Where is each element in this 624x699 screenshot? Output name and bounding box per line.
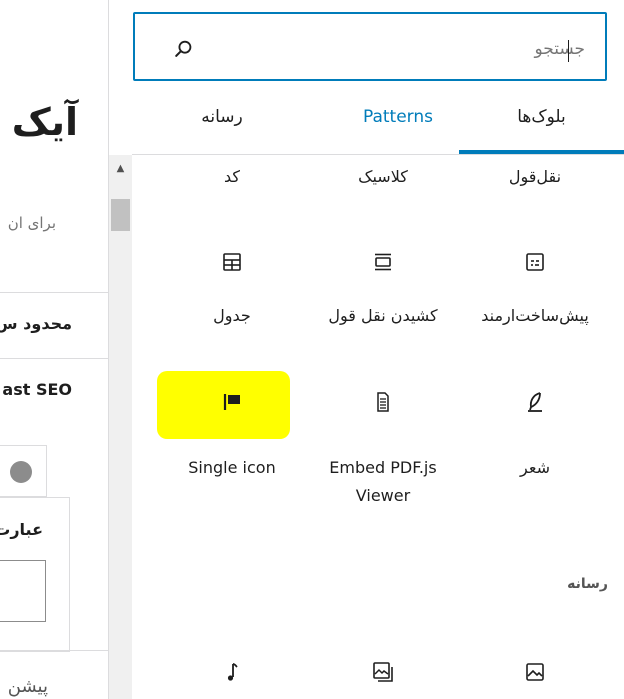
block-single-icon[interactable]: Single icon [157,390,307,482]
inserter-tabs: بلوک‌ها Patterns رسانه [132,84,624,155]
post-description: برای ان [7,214,56,232]
tab-media[interactable]: رسانه [172,84,272,154]
focus-keyphrase-input[interactable] [0,560,46,622]
block-embed-pdf[interactable]: Embed PDF.js Viewer [308,390,458,510]
block-verse[interactable]: شعر [460,390,610,482]
divider [0,292,108,293]
block-label: کلاسیک [358,167,408,186]
document-icon [377,392,389,412]
audio-icon [227,663,238,681]
flag-icon [223,394,240,410]
block-pullquote[interactable]: کشیدن نقل قول [308,250,458,330]
category-heading-media: رسانه [567,576,608,592]
focus-card: عبارت [0,497,70,652]
scrollbar[interactable]: ▲ [109,155,132,699]
table-icon [223,253,241,271]
block-code[interactable]: کد [157,163,307,191]
preformatted-icon [526,253,544,271]
divider [0,650,108,651]
post-title[interactable]: آیک [12,100,78,144]
divider [0,358,108,359]
search-icon[interactable] [173,38,195,60]
block-gallery[interactable] [308,660,458,684]
block-audio[interactable] [157,660,307,684]
focus-keyphrase-label: عبارت [0,520,43,539]
search-box[interactable] [133,12,607,81]
verse-icon [528,392,542,412]
block-label: Single icon [188,458,276,477]
block-label: نقل‌قول [508,167,562,186]
toggle-dot[interactable] [10,461,32,483]
tab-blocks[interactable]: بلوک‌ها [459,84,624,154]
block-classic[interactable]: کلاسیک [308,163,458,191]
block-label: پیش‌ساخت‌ارمند [481,306,589,325]
section-title-seo[interactable]: ast SEO [2,380,72,399]
preview-label: پیشن [7,676,48,697]
block-inserter: بلوک‌ها Patterns رسانه نقل‌قول کلاسیک کد… [132,0,624,699]
scroll-up-arrow-icon[interactable]: ▲ [109,155,132,183]
scroll-thumb[interactable] [111,199,130,231]
block-label: Embed PDF.js Viewer [329,458,437,505]
block-image[interactable] [460,660,610,684]
gallery-icon [373,662,393,682]
pullquote-icon [375,253,391,271]
toggle-box[interactable] [0,445,47,497]
block-label: شعر [520,458,550,477]
section-title-limit[interactable]: محدود س [0,314,72,333]
block-label: کد [223,167,240,186]
block-label: کشیدن نقل قول [328,306,438,325]
tab-patterns[interactable]: Patterns [322,84,474,154]
search-input[interactable] [223,36,587,62]
block-preformatted[interactable]: پیش‌ساخت‌ارمند [460,250,610,330]
block-table[interactable]: جدول [157,250,307,330]
block-label: جدول [213,306,251,325]
editor-panel: آیک برای ان محدود س ast SEO عبارت پیشن [0,0,109,699]
image-icon [526,663,544,681]
block-quote[interactable]: نقل‌قول [460,163,610,191]
text-caret [568,40,569,62]
